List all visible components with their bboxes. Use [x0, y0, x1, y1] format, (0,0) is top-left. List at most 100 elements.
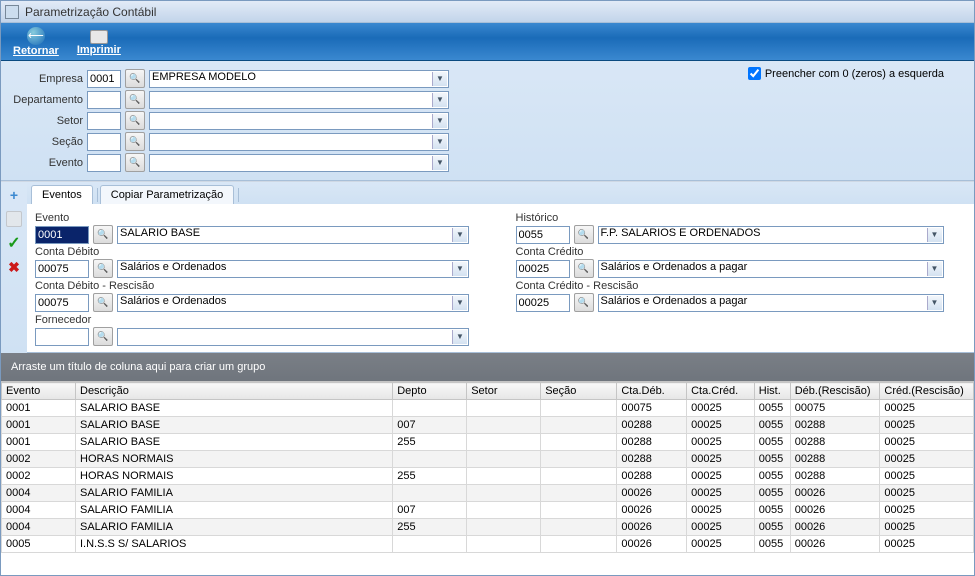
form-historico-code-input[interactable]: [516, 226, 570, 244]
cell-hist[interactable]: 0055: [754, 519, 790, 536]
table-row[interactable]: 0001SALARIO BASE007002880002500550028800…: [2, 417, 974, 434]
cell-ctadeb[interactable]: 00288: [617, 451, 687, 468]
form-conta-deb-resc-code-input[interactable]: [35, 294, 89, 312]
col-header-deb-resc[interactable]: Déb.(Rescisão): [790, 383, 880, 400]
cell-ctacred[interactable]: 00025: [687, 434, 755, 451]
cell-setor[interactable]: [467, 400, 541, 417]
cell-ctacred[interactable]: 00025: [687, 536, 755, 553]
cell-secao[interactable]: [541, 400, 617, 417]
tab-copiar[interactable]: Copiar Parametrização: [100, 185, 235, 204]
table-row[interactable]: 0004SALARIO FAMILIA007000260002500550002…: [2, 502, 974, 519]
cell-descricao[interactable]: SALARIO FAMILIA: [76, 502, 393, 519]
col-header-cred-resc[interactable]: Créd.(Rescisão): [880, 383, 974, 400]
cell-credr[interactable]: 00025: [880, 468, 974, 485]
table-row[interactable]: 0004SALARIO FAMILIA255000260002500550002…: [2, 519, 974, 536]
empresa-select[interactable]: EMPRESA MODELO ▼: [149, 70, 449, 88]
form-conta-deb-resc-lookup-button[interactable]: [93, 293, 113, 312]
cell-ctacred[interactable]: 00025: [687, 451, 755, 468]
cell-secao[interactable]: [541, 485, 617, 502]
departamento-select[interactable]: ▼: [149, 91, 449, 109]
table-row[interactable]: 0001SALARIO BASE000750002500550007500025: [2, 400, 974, 417]
cell-ctadeb[interactable]: 00288: [617, 434, 687, 451]
form-evento-select[interactable]: SALARIO BASE ▼: [117, 226, 469, 244]
cell-ctadeb[interactable]: 00026: [617, 485, 687, 502]
cell-ctacred[interactable]: 00025: [687, 485, 755, 502]
cell-secao[interactable]: [541, 468, 617, 485]
cell-depto[interactable]: [393, 536, 467, 553]
print-button[interactable]: Imprimir: [77, 28, 121, 56]
cell-secao[interactable]: [541, 502, 617, 519]
setor-lookup-button[interactable]: [125, 111, 145, 130]
cell-credr[interactable]: 00025: [880, 451, 974, 468]
form-conta-cred-code-input[interactable]: [516, 260, 570, 278]
cell-evento[interactable]: 0001: [2, 434, 76, 451]
cell-setor[interactable]: [467, 434, 541, 451]
save-button[interactable]: [5, 210, 23, 228]
cell-depto[interactable]: [393, 485, 467, 502]
cell-credr[interactable]: 00025: [880, 400, 974, 417]
cell-debr[interactable]: 00288: [790, 451, 880, 468]
cell-debr[interactable]: 00075: [790, 400, 880, 417]
form-conta-deb-select[interactable]: Salários e Ordenados ▼: [117, 260, 469, 278]
cell-setor[interactable]: [467, 468, 541, 485]
cell-ctacred[interactable]: 00025: [687, 400, 755, 417]
cell-descricao[interactable]: HORAS NORMAIS: [76, 451, 393, 468]
secao-lookup-button[interactable]: [125, 132, 145, 151]
cell-ctadeb[interactable]: 00288: [617, 468, 687, 485]
cell-descricao[interactable]: I.N.S.S S/ SALARIOS: [76, 536, 393, 553]
form-historico-lookup-button[interactable]: [574, 225, 594, 244]
cell-setor[interactable]: [467, 502, 541, 519]
cell-credr[interactable]: 00025: [880, 485, 974, 502]
confirm-button[interactable]: ✓: [5, 234, 23, 252]
table-row[interactable]: 0002HORAS NORMAIS25500288000250055002880…: [2, 468, 974, 485]
cell-descricao[interactable]: SALARIO FAMILIA: [76, 485, 393, 502]
departamento-lookup-button[interactable]: [125, 90, 145, 109]
cell-ctacred[interactable]: 00025: [687, 417, 755, 434]
col-header-cta-cred[interactable]: Cta.Créd.: [687, 383, 755, 400]
empresa-code-input[interactable]: [87, 70, 121, 88]
col-header-hist[interactable]: Hist.: [754, 383, 790, 400]
cell-hist[interactable]: 0055: [754, 451, 790, 468]
cell-ctacred[interactable]: 00025: [687, 519, 755, 536]
cell-descricao[interactable]: SALARIO BASE: [76, 400, 393, 417]
zero-pad-checkbox[interactable]: [748, 67, 761, 80]
cell-credr[interactable]: 00025: [880, 502, 974, 519]
cell-evento[interactable]: 0004: [2, 485, 76, 502]
cell-depto[interactable]: [393, 451, 467, 468]
cell-setor[interactable]: [467, 536, 541, 553]
setor-code-input[interactable]: [87, 112, 121, 130]
cell-hist[interactable]: 0055: [754, 400, 790, 417]
cell-ctacred[interactable]: 00025: [687, 468, 755, 485]
cell-descricao[interactable]: SALARIO BASE: [76, 417, 393, 434]
empresa-lookup-button[interactable]: [125, 69, 145, 88]
col-header-descricao[interactable]: Descrição: [76, 383, 393, 400]
form-conta-cred-resc-code-input[interactable]: [516, 294, 570, 312]
form-historico-select[interactable]: F.P. SALARIOS E ORDENADOS ▼: [598, 226, 944, 244]
back-button[interactable]: ⟵ Retornar: [13, 27, 59, 57]
cell-hist[interactable]: 0055: [754, 468, 790, 485]
evento-filter-lookup-button[interactable]: [125, 153, 145, 172]
form-evento-lookup-button[interactable]: [93, 225, 113, 244]
cell-hist[interactable]: 0055: [754, 417, 790, 434]
cell-secao[interactable]: [541, 536, 617, 553]
evento-filter-code-input[interactable]: [87, 154, 121, 172]
cell-debr[interactable]: 00288: [790, 434, 880, 451]
cell-hist[interactable]: 0055: [754, 536, 790, 553]
form-fornecedor-select[interactable]: ▼: [117, 328, 469, 346]
cell-secao[interactable]: [541, 451, 617, 468]
cancel-button[interactable]: ✖: [5, 258, 23, 276]
cell-debr[interactable]: 00288: [790, 468, 880, 485]
grid-group-panel[interactable]: Arraste um título de coluna aqui para cr…: [1, 353, 974, 381]
form-conta-deb-resc-select[interactable]: Salários e Ordenados ▼: [117, 294, 469, 312]
cell-hist[interactable]: 0055: [754, 485, 790, 502]
cell-descricao[interactable]: SALARIO FAMILIA: [76, 519, 393, 536]
form-conta-deb-lookup-button[interactable]: [93, 259, 113, 278]
secao-code-input[interactable]: [87, 133, 121, 151]
cell-credr[interactable]: 00025: [880, 434, 974, 451]
cell-ctadeb[interactable]: 00026: [617, 536, 687, 553]
col-header-cta-deb[interactable]: Cta.Déb.: [617, 383, 687, 400]
cell-credr[interactable]: 00025: [880, 417, 974, 434]
cell-descricao[interactable]: SALARIO BASE: [76, 434, 393, 451]
form-conta-deb-code-input[interactable]: [35, 260, 89, 278]
cell-evento[interactable]: 0002: [2, 468, 76, 485]
